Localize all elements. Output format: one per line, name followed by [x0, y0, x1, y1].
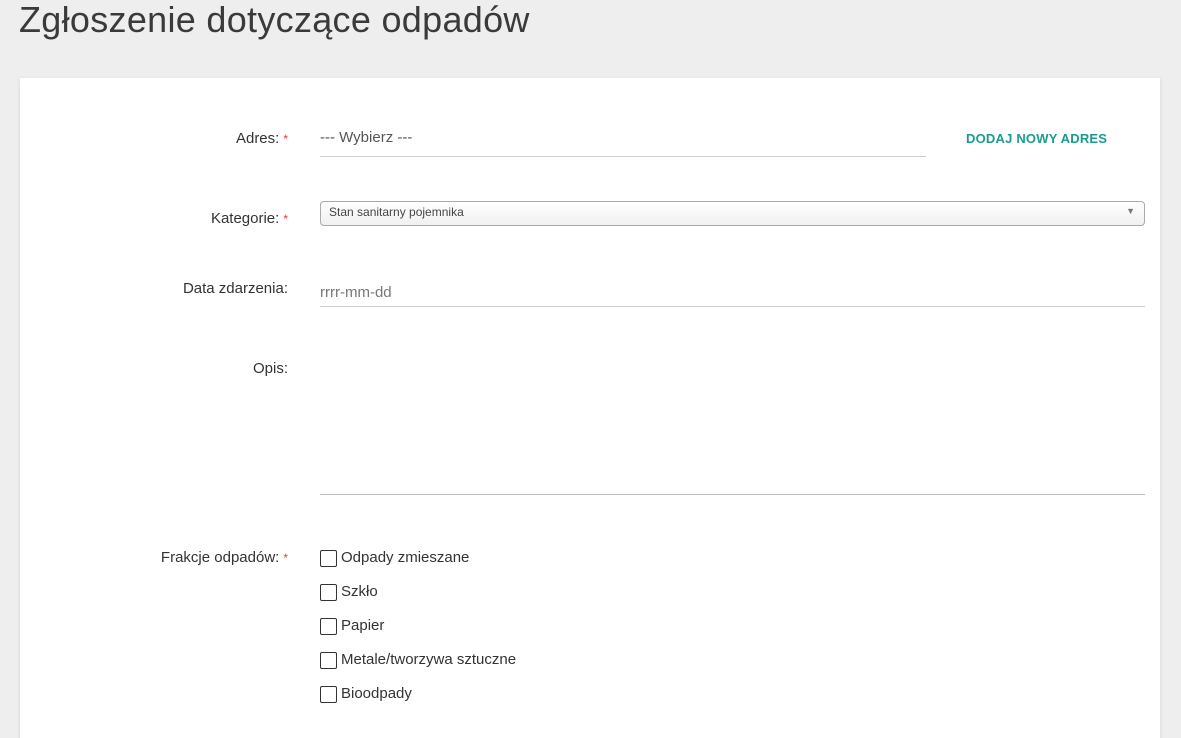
required-mark: * [283, 551, 288, 565]
description-label: Opis: [252, 360, 288, 377]
checkbox-item-paper[interactable]: Papier [320, 616, 516, 650]
checkbox-item-glass[interactable]: Szkło [320, 582, 516, 616]
checkbox[interactable] [320, 686, 337, 703]
checkbox[interactable] [320, 618, 337, 635]
checkbox-label: Odpady zmieszane [341, 549, 470, 566]
checkbox[interactable] [320, 550, 337, 567]
fractions-label-row: Frakcje odpadów: * [161, 549, 288, 566]
required-mark: * [283, 212, 288, 226]
fractions-checkbox-list: Odpady zmieszane Szkło Papier Metale/two… [320, 548, 516, 718]
checkbox-label: Szkło [341, 583, 378, 600]
checkbox-label: Papier [341, 617, 385, 634]
checkbox[interactable] [320, 584, 337, 601]
category-select[interactable]: Stan sanitarny pojemnika ▼ [320, 201, 1145, 226]
checkbox-item-mixed[interactable]: Odpady zmieszane [320, 548, 516, 582]
checkbox[interactable] [320, 652, 337, 669]
checkbox-item-metals-plastics[interactable]: Metale/tworzywa sztuczne [320, 650, 516, 684]
page: Zgłoszenie dotyczące odpadów Adres: * ---… [0, 0, 1181, 738]
checkbox-item-biowaste[interactable]: Bioodpady [320, 684, 516, 718]
description-field[interactable] [320, 360, 1145, 495]
checkbox-label: Bioodpady [341, 685, 412, 702]
date-label: Data zdarzenia: [182, 280, 288, 297]
date-label-row: Data zdarzenia: [183, 280, 288, 297]
add-new-address-button[interactable]: DODAJ NOWY ADRES [966, 131, 1107, 146]
date-field[interactable] [320, 278, 1145, 307]
description-label-row: Opis: [253, 360, 288, 377]
chevron-down-icon: ▼ [1126, 206, 1135, 216]
required-mark: * [283, 132, 288, 146]
checkbox-label: Metale/tworzywa sztuczne [341, 651, 517, 668]
page-title: Zgłoszenie dotyczące odpadów [19, 0, 530, 40]
category-label-row: Kategorie: * [211, 210, 288, 227]
form-card: Adres: * --- Wybierz --- DODAJ NOWY ADRES… [20, 78, 1160, 738]
address-label-row: Adres: * [236, 130, 288, 147]
address-select[interactable]: --- Wybierz --- [320, 126, 926, 157]
category-label: Kategorie: [210, 210, 280, 227]
address-select-value: --- Wybierz --- [320, 129, 413, 146]
address-label: Adres: [235, 130, 280, 147]
fractions-label: Frakcje odpadów: [160, 549, 280, 566]
category-select-value: Stan sanitarny pojemnika [329, 205, 464, 219]
